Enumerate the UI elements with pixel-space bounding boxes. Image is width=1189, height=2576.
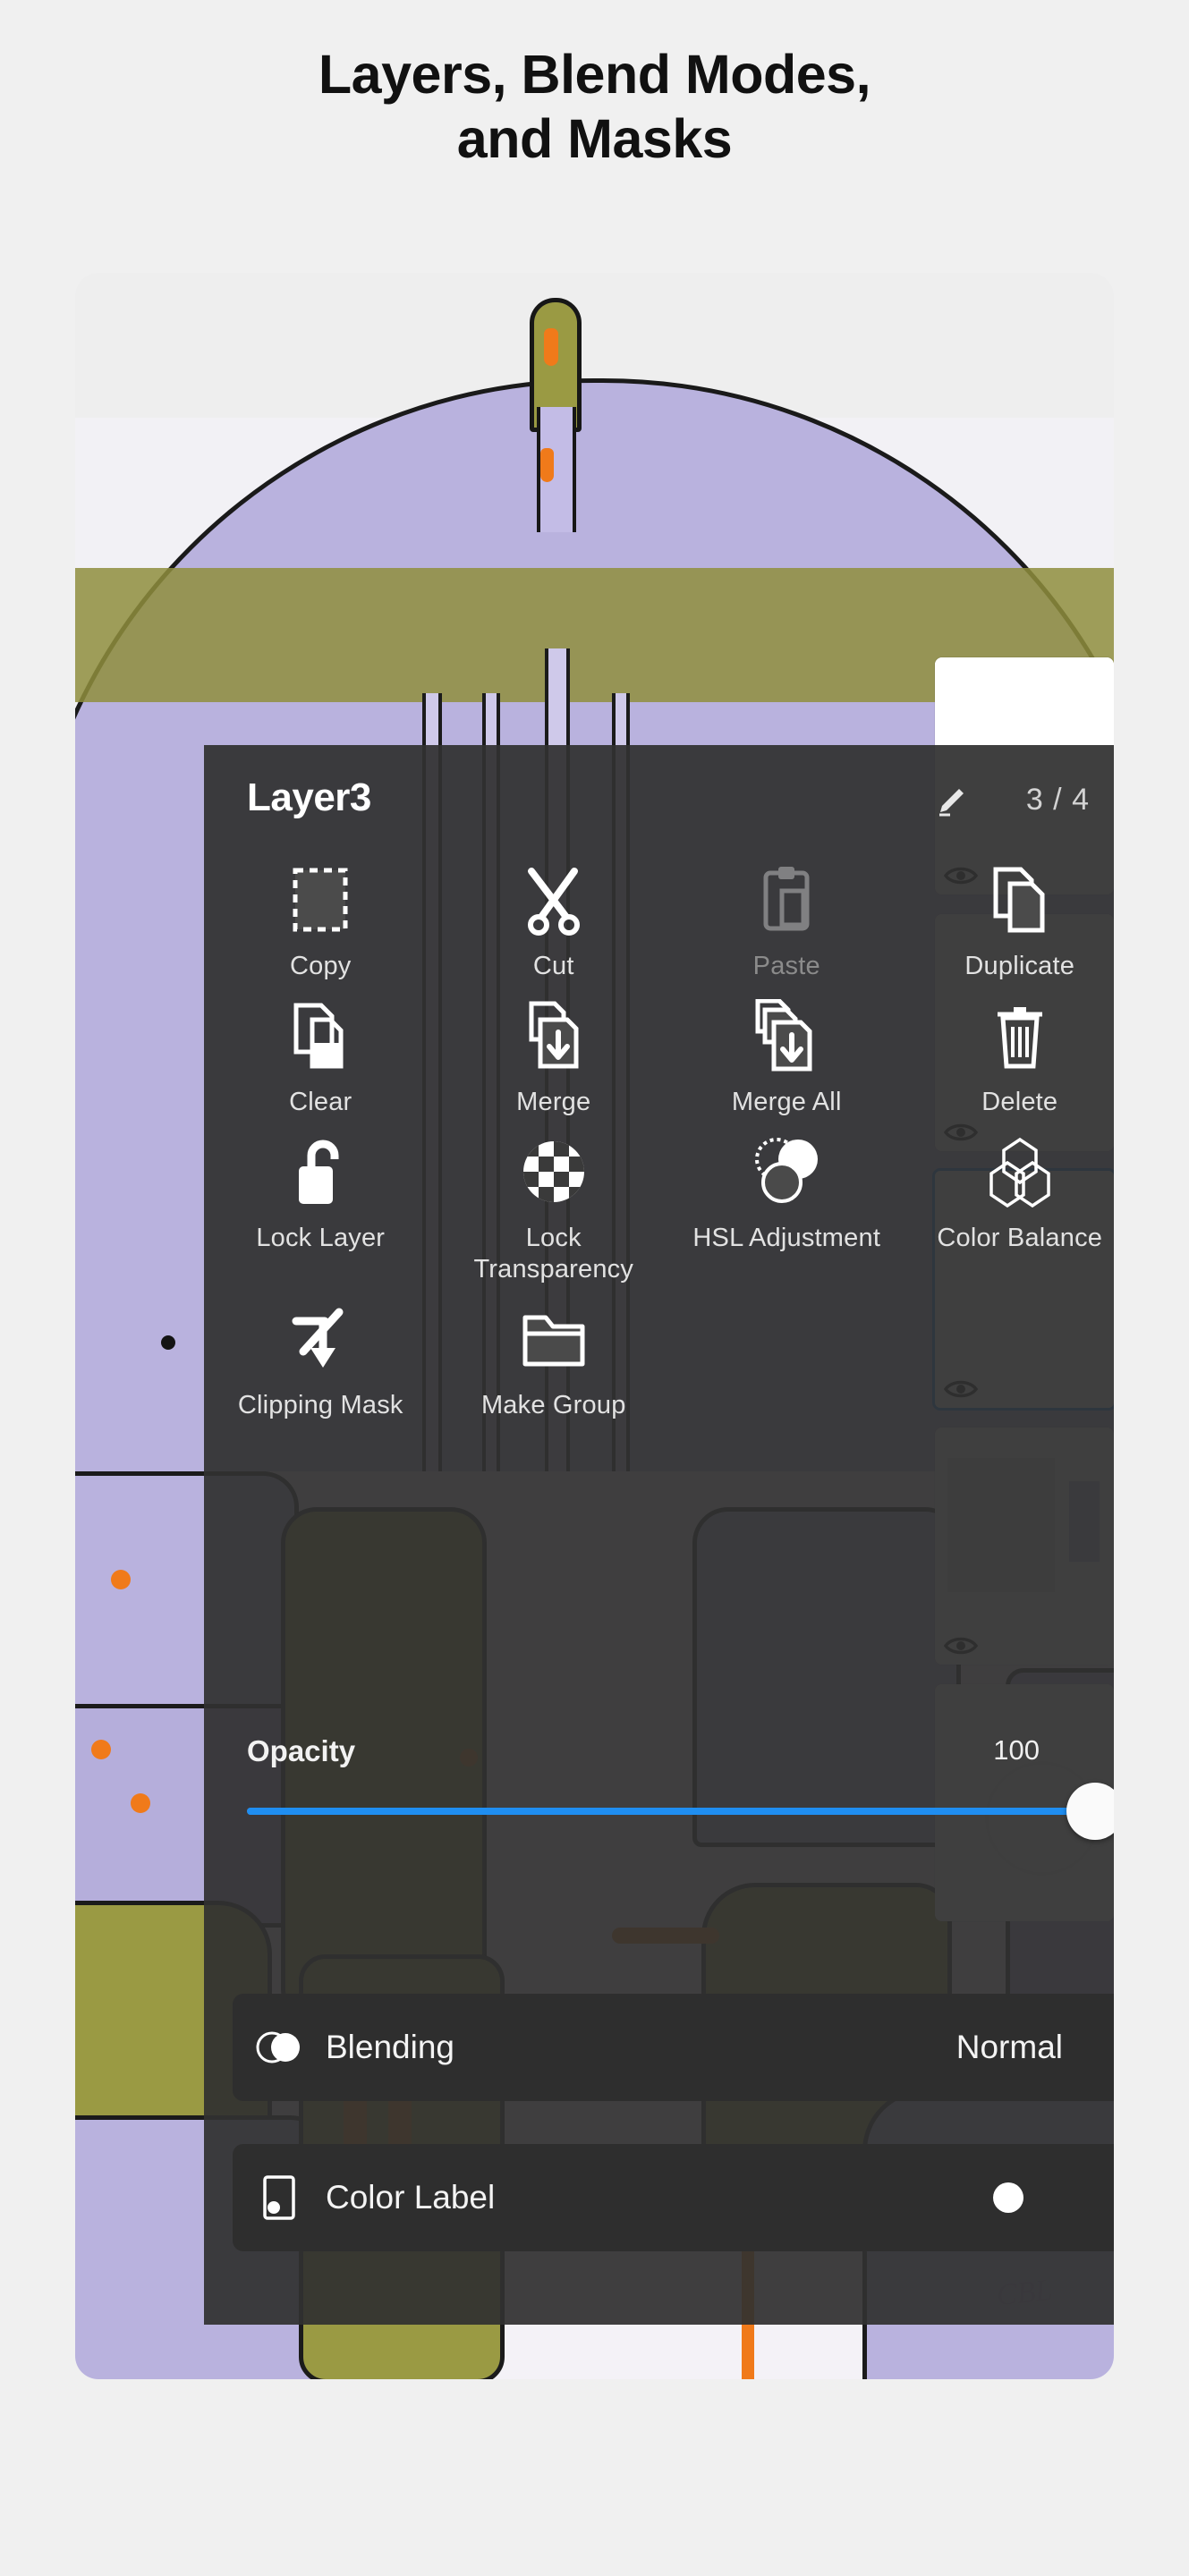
action-label: Merge All bbox=[731, 1088, 842, 1117]
checkerboard-circle-icon bbox=[437, 1133, 671, 1210]
layer-count: 3 / 4 bbox=[1025, 783, 1090, 817]
duplicate-layers-icon bbox=[904, 861, 1115, 938]
action-row-3: Lock Layer Lock Transparency HSL Adjustm… bbox=[204, 1117, 1114, 1284]
folder-icon bbox=[437, 1301, 671, 1377]
color-label-row[interactable]: Color Label bbox=[233, 2144, 1114, 2251]
page-title-line-1: Layers, Blend Modes, bbox=[318, 44, 871, 105]
scissors-icon bbox=[437, 861, 671, 938]
pencil-icon[interactable] bbox=[936, 786, 966, 817]
action-label: Clear bbox=[289, 1088, 352, 1117]
merge-down-icon bbox=[437, 997, 671, 1074]
slider-knob[interactable] bbox=[1066, 1783, 1114, 1840]
action-duplicate[interactable]: Duplicate bbox=[904, 845, 1115, 981]
opacity-label: Opacity bbox=[247, 1734, 356, 1767]
copy-selection-icon bbox=[204, 861, 437, 938]
page-title: Layers, Blend Modes, and Masks bbox=[0, 43, 1189, 172]
action-empty-2 bbox=[904, 1284, 1115, 1420]
action-merge-all[interactable]: Merge All bbox=[670, 981, 904, 1117]
panel-header: Layer3 3 / 4 bbox=[204, 745, 1114, 845]
action-copy[interactable]: Copy bbox=[204, 845, 437, 981]
device-canvas-frame: CBL bbox=[75, 273, 1114, 2379]
slider-fill bbox=[247, 1808, 1095, 1815]
action-color-balance[interactable]: Color Balance bbox=[904, 1117, 1115, 1284]
color-label-icon bbox=[233, 2174, 326, 2222]
action-paste[interactable]: Paste bbox=[670, 845, 904, 981]
action-cut[interactable]: Cut bbox=[437, 845, 671, 981]
action-label: Lock Layer bbox=[256, 1224, 386, 1253]
clear-layer-icon bbox=[204, 997, 437, 1074]
action-row-4: Clipping Mask Make Group bbox=[204, 1284, 1114, 1420]
clipboard-paste-icon bbox=[670, 861, 904, 938]
clipping-mask-icon bbox=[204, 1301, 437, 1377]
merge-all-icon bbox=[670, 997, 904, 1074]
action-label: Cut bbox=[532, 952, 574, 980]
action-row-2: Clear Merge Merge All Delete bbox=[204, 981, 1114, 1117]
overlapping-circles-icon bbox=[670, 1133, 904, 1210]
action-label: Copy bbox=[290, 952, 352, 980]
layer-action-grid: Copy Cut Paste Duplicate Clear Merge Mer… bbox=[204, 845, 1114, 1429]
action-label: HSL Adjustment bbox=[692, 1224, 881, 1253]
action-label: Clipping Mask bbox=[237, 1390, 403, 1419]
page-title-line-2: and Masks bbox=[456, 107, 733, 169]
action-delete[interactable]: Delete bbox=[904, 981, 1115, 1117]
opacity-slider[interactable] bbox=[247, 1783, 1114, 1840]
action-lock-layer[interactable]: Lock Layer bbox=[204, 1117, 437, 1284]
action-make-group[interactable]: Make Group bbox=[437, 1284, 671, 1420]
action-empty-1 bbox=[670, 1284, 904, 1420]
layer-name[interactable]: Layer3 bbox=[247, 775, 371, 820]
chevron-right-icon[interactable] bbox=[1088, 2025, 1114, 2070]
action-label: Paste bbox=[752, 952, 820, 980]
action-label: Merge bbox=[516, 1088, 591, 1117]
color-label-swatch[interactable] bbox=[993, 2182, 1023, 2213]
action-merge[interactable]: Merge bbox=[437, 981, 671, 1117]
action-label: Make Group bbox=[480, 1390, 626, 1419]
action-label: Lock Transparency bbox=[473, 1224, 634, 1284]
chevron-right-icon[interactable] bbox=[1088, 2175, 1114, 2220]
trash-icon bbox=[904, 997, 1115, 1074]
action-row-1: Copy Cut Paste Duplicate bbox=[204, 845, 1114, 981]
action-label: Duplicate bbox=[964, 952, 1075, 980]
blending-value: Normal bbox=[955, 2029, 1063, 2065]
action-clear[interactable]: Clear bbox=[204, 981, 437, 1117]
action-label: Delete bbox=[981, 1088, 1058, 1117]
action-lock-transparency[interactable]: Lock Transparency bbox=[437, 1117, 671, 1284]
action-label: Color Balance bbox=[937, 1224, 1103, 1253]
blending-label: Blending bbox=[326, 2029, 455, 2065]
action-hsl-adjustment[interactable]: HSL Adjustment bbox=[670, 1117, 904, 1284]
blending-row[interactable]: Blending Normal bbox=[233, 1994, 1114, 2101]
color-label-text: Color Label bbox=[326, 2179, 496, 2216]
screenshot-root: Layers, Blend Modes, and Masks Layer3 3 … bbox=[0, 0, 1189, 2576]
hexagon-cluster-icon bbox=[904, 1133, 1115, 1210]
padlock-open-icon bbox=[204, 1133, 437, 1210]
action-clipping-mask[interactable]: Clipping Mask bbox=[204, 1284, 437, 1420]
opacity-control: Opacity 100 bbox=[204, 1704, 1114, 1856]
opacity-value: 100 bbox=[993, 1734, 1040, 1766]
blend-circles-icon bbox=[233, 2029, 326, 2065]
